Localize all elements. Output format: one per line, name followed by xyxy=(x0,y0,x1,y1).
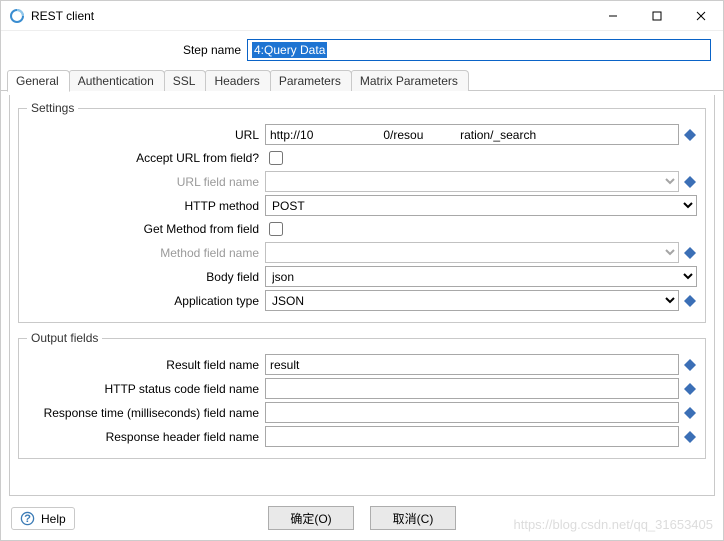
method-field-name-select xyxy=(265,242,679,263)
variable-icon[interactable] xyxy=(683,175,697,189)
help-label: Help xyxy=(41,512,66,526)
method-field-name-label: Method field name xyxy=(27,246,265,260)
url-field-name-select xyxy=(265,171,679,192)
response-time-field-label: Response time (milliseconds) field name xyxy=(27,406,265,420)
http-method-label: HTTP method xyxy=(27,199,265,213)
settings-group: Settings URL Accept URL from field? URL … xyxy=(18,101,706,323)
window-title: REST client xyxy=(31,9,591,23)
response-time-field-input[interactable] xyxy=(265,402,679,423)
settings-legend: Settings xyxy=(27,101,78,115)
url-label: URL xyxy=(27,128,265,142)
application-type-label: Application type xyxy=(27,294,265,308)
dialog-buttons: 确定(O) 取消(C) xyxy=(1,500,723,540)
application-type-select[interactable]: JSON xyxy=(265,290,679,311)
get-method-from-field-checkbox[interactable] xyxy=(269,222,283,236)
step-name-label: Step name xyxy=(1,43,247,57)
result-field-input[interactable] xyxy=(265,354,679,375)
variable-icon[interactable] xyxy=(683,406,697,420)
maximize-button[interactable] xyxy=(635,1,679,31)
response-header-field-input[interactable] xyxy=(265,426,679,447)
output-fields-group: Output fields Result field name HTTP sta… xyxy=(18,331,706,459)
ok-button[interactable]: 确定(O) xyxy=(268,506,354,530)
dialog-window: REST client Step name 4:Query Data Gener… xyxy=(0,0,724,541)
step-name-input[interactable]: 4:Query Data xyxy=(247,39,711,61)
tab-headers[interactable]: Headers xyxy=(205,70,270,91)
variable-icon[interactable] xyxy=(683,430,697,444)
body-field-select[interactable]: json xyxy=(265,266,697,287)
tab-parameters[interactable]: Parameters xyxy=(270,70,352,91)
help-button[interactable]: ? Help xyxy=(11,507,75,530)
output-fields-legend: Output fields xyxy=(27,331,102,345)
variable-icon[interactable] xyxy=(683,128,697,142)
variable-icon[interactable] xyxy=(683,382,697,396)
step-name-value: 4:Query Data xyxy=(252,42,327,58)
accept-url-checkbox[interactable] xyxy=(269,151,283,165)
tab-matrix-parameters[interactable]: Matrix Parameters xyxy=(351,70,469,91)
tab-authentication[interactable]: Authentication xyxy=(69,70,165,91)
tab-panel-general: Settings URL Accept URL from field? URL … xyxy=(9,95,715,496)
titlebar: REST client xyxy=(1,1,723,31)
accept-url-label: Accept URL from field? xyxy=(27,151,265,165)
response-header-field-label: Response header field name xyxy=(27,430,265,444)
cancel-button[interactable]: 取消(C) xyxy=(370,506,456,530)
step-name-row: Step name 4:Query Data xyxy=(1,31,723,67)
svg-text:?: ? xyxy=(24,513,31,525)
url-input[interactable] xyxy=(265,124,679,145)
result-field-label: Result field name xyxy=(27,358,265,372)
close-button[interactable] xyxy=(679,1,723,31)
variable-icon[interactable] xyxy=(683,294,697,308)
status-code-field-input[interactable] xyxy=(265,378,679,399)
http-method-select[interactable]: POST xyxy=(265,195,697,216)
variable-icon[interactable] xyxy=(683,246,697,260)
tab-general[interactable]: General xyxy=(7,70,70,92)
url-field-name-label: URL field name xyxy=(27,175,265,189)
app-icon xyxy=(9,8,25,24)
variable-icon[interactable] xyxy=(683,358,697,372)
help-icon: ? xyxy=(20,511,35,526)
body-field-label: Body field xyxy=(27,270,265,284)
tab-ssl[interactable]: SSL xyxy=(164,70,207,91)
minimize-button[interactable] xyxy=(591,1,635,31)
status-code-field-label: HTTP status code field name xyxy=(27,382,265,396)
tab-bar: General Authentication SSL Headers Param… xyxy=(1,67,723,91)
get-method-from-field-label: Get Method from field xyxy=(27,222,265,236)
